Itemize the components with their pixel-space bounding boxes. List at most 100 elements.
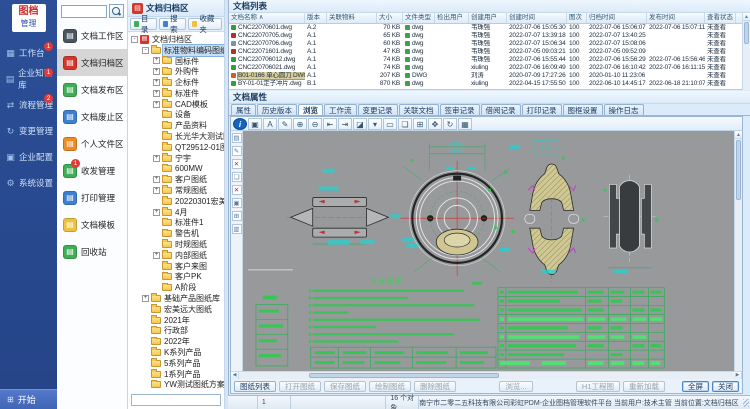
text-icon[interactable]: A (263, 118, 277, 130)
tree-node-企标件[interactable]: +企标件 (128, 77, 224, 88)
tab-图框设置[interactable]: 图框设置 (563, 104, 603, 115)
scroll-thumb[interactable] (744, 22, 749, 44)
fit-view-icon[interactable]: ▦ (458, 118, 472, 130)
select-icon[interactable]: ▣ (248, 118, 262, 130)
tree-node-K系列产品[interactable]: K系列产品 (128, 347, 224, 358)
layers-icon[interactable]: ❏ (398, 118, 412, 130)
tree-node-行政部[interactable]: 行政部 (128, 326, 224, 337)
document-row[interactable]: CNC22070706.dwgA.160 KBdwg韦珠强2022-07-07 … (229, 40, 743, 48)
fullscreen-button[interactable]: 全屏 (682, 381, 709, 392)
document-list-scrollbar[interactable]: ▲ (742, 13, 750, 90)
tree-expander-icon[interactable]: + (153, 209, 160, 216)
sidebar-item-系统设置[interactable]: ⚙系统设置 (0, 170, 57, 196)
tab-历史版本[interactable]: 历史版本 (257, 104, 297, 115)
nav-item-文档工作区[interactable]: ▤文档工作区 (57, 22, 127, 49)
zoom-in-icon[interactable]: ⊕ (293, 118, 307, 130)
tree-filter-input[interactable] (131, 394, 221, 406)
column-header-版本[interactable]: 版本 (305, 13, 327, 23)
note-icon[interactable]: ▥ (232, 224, 242, 234)
close-button[interactable]: 关闭 (712, 381, 739, 392)
edit-sheet-icon[interactable]: ✎ (232, 146, 242, 156)
tab-属性[interactable]: 属性 (231, 104, 256, 115)
pan-left-icon[interactable]: ⇤ (323, 118, 337, 130)
tree-node-警告机[interactable]: 警告机 (128, 228, 224, 239)
grid-icon[interactable]: ⊞ (413, 118, 427, 130)
tree-expander-icon[interactable]: - (142, 47, 149, 54)
column-header-检出用户[interactable]: 检出用户 (435, 13, 469, 23)
tree-node-标准件1[interactable]: 标准件1 (128, 218, 224, 229)
tree-node-A阶段[interactable]: A阶段 (128, 282, 224, 293)
column-header-创建时间[interactable]: 创建时间 (507, 13, 567, 23)
nav-item-文档废止区[interactable]: ▤文档废止区 (57, 103, 127, 130)
tree-node-客户PK[interactable]: 客户PK (128, 272, 224, 283)
tab-浏览[interactable]: 浏览 (298, 104, 323, 115)
edit-pencil-icon[interactable]: ✎ (278, 118, 292, 130)
scroll-up-icon[interactable]: ▲ (743, 13, 750, 21)
tree-expander-icon[interactable]: + (153, 90, 160, 97)
tab-操作日志[interactable]: 操作日志 (604, 104, 644, 115)
tab-打印记录[interactable]: 打印记录 (522, 104, 562, 115)
tree-node-1系列产品[interactable]: 1系列产品 (128, 369, 224, 380)
tree-node-20220301宏美好图纸[interactable]: 20220301宏美好图纸 (128, 196, 224, 207)
scroll-thumb[interactable] (736, 140, 741, 200)
document-row[interactable]: B01-0166 单心圆刀 DWGA.1207 KBDWG刘涛2020-07-0… (229, 72, 743, 80)
tree-node-QT29512-01图纸[interactable]: QT29512-01图纸 (128, 142, 224, 153)
tree-expander-icon[interactable]: + (153, 68, 160, 75)
nav-item-文档发布区[interactable]: ▤文档发布区 (57, 76, 127, 103)
tree-node-客户图纸[interactable]: +客户图纸 (128, 174, 224, 185)
tree-node-国标件[interactable]: +国标件 (128, 56, 224, 67)
tab-借阅记录[interactable]: 借阅记录 (481, 104, 521, 115)
tree-node-2021年[interactable]: 2021年 (128, 315, 224, 326)
tree-expander-icon[interactable]: + (153, 57, 160, 64)
scroll-right-icon[interactable]: ▶ (734, 372, 742, 379)
move-icon[interactable]: ✥ (428, 118, 442, 130)
document-row[interactable]: BY-01-01定子冲片.dwgB.1870 KBdwgxiuling2022-… (229, 80, 743, 88)
sidebar-item-流程管理[interactable]: ⇄流程管理2 (0, 92, 57, 118)
stamp-icon[interactable]: ▣ (232, 198, 242, 208)
column-header-归档时间[interactable]: 归档时间 (587, 13, 647, 23)
tree-node-时规图纸[interactable]: 时规图纸 (128, 239, 224, 250)
tree-toolbar-收藏夹[interactable]: 收藏夹 (188, 18, 222, 30)
nav-item-个人文件区[interactable]: ▤个人文件区 (57, 130, 127, 157)
tab-签审记录[interactable]: 签审记录 (440, 104, 480, 115)
scroll-thumb[interactable] (309, 373, 499, 378)
column-header-文件类型[interactable]: 文件类型 (403, 13, 435, 23)
tree-expander-icon[interactable]: + (142, 295, 149, 302)
tree-expander-icon[interactable]: + (153, 187, 160, 194)
document-row[interactable]: CNC22071601.dwgA.147 KBdwg韦珠强2022-07-05 … (229, 48, 743, 56)
info-icon[interactable]: i (233, 118, 247, 130)
nav-search-button[interactable] (109, 4, 124, 18)
sheet-icon[interactable]: ▤ (232, 133, 242, 143)
button-图纸列表[interactable]: 图纸列表 (234, 381, 276, 392)
tree-node-YW测试图纸方案[interactable]: YW测试图纸方案 (128, 380, 224, 391)
document-row[interactable]: CNC22070601.dwgA.270 KBdwg韦珠强2022-07-06 … (229, 24, 743, 32)
nav-item-收发管理[interactable]: ▤收发管理1 (57, 157, 127, 184)
tree-node-客户来图[interactable]: 客户来图 (128, 261, 224, 272)
tree-node-2022年[interactable]: 2022年 (128, 336, 224, 347)
rotate-icon[interactable]: ↻ (443, 118, 457, 130)
sidebar-item-企业知识库[interactable]: ▤企业知识库1 (0, 66, 57, 92)
pan-right-icon[interactable]: ⇥ (338, 118, 352, 130)
tree-node-长光华大测试图纸[interactable]: 长光华大测试图纸 (128, 131, 224, 142)
cad-canvas[interactable]: 260.0 250.0 (243, 131, 734, 371)
tree-node-宏美远大图纸[interactable]: 宏美远大图纸 (128, 304, 224, 315)
shade-icon[interactable]: ◪ (353, 118, 367, 130)
document-row[interactable]: CNC22070705.dwgA.165 KBdwg韦珠强2022-07-07 … (229, 32, 743, 40)
viewer-horizontal-scrollbar[interactable]: ◀ ▶ (231, 371, 742, 379)
screen-icon[interactable]: ▭ (383, 118, 397, 130)
sidebar-item-变更管理[interactable]: ↻变更管理 (0, 118, 57, 144)
nav-item-打印管理[interactable]: ▤打印管理 (57, 184, 127, 211)
tree-node-产品资料[interactable]: 产品资料 (128, 120, 224, 131)
document-row[interactable]: CNC220706021.dwgA.174 KBdwgxiuling2022-0… (229, 64, 743, 72)
column-header-关联物料[interactable]: 关联物料 (327, 13, 377, 23)
column-header-图次[interactable]: 图次 (567, 13, 587, 23)
tree-node-600MW[interactable]: 600MW (128, 164, 224, 175)
table-icon[interactable]: ⊞ (232, 211, 242, 221)
scroll-left-icon[interactable]: ◀ (231, 372, 239, 379)
tree-node-常规图纸[interactable]: +常规图纸 (128, 185, 224, 196)
tree-node-CAD模板[interactable]: +CAD模板 (128, 99, 224, 110)
remove-red-icon[interactable]: ✕ (232, 185, 242, 195)
dropdown-icon[interactable]: ▾ (368, 118, 382, 130)
tree-node-5系列产品[interactable]: 5系列产品 (128, 358, 224, 369)
tree-node-设备[interactable]: 设备 (128, 110, 224, 121)
